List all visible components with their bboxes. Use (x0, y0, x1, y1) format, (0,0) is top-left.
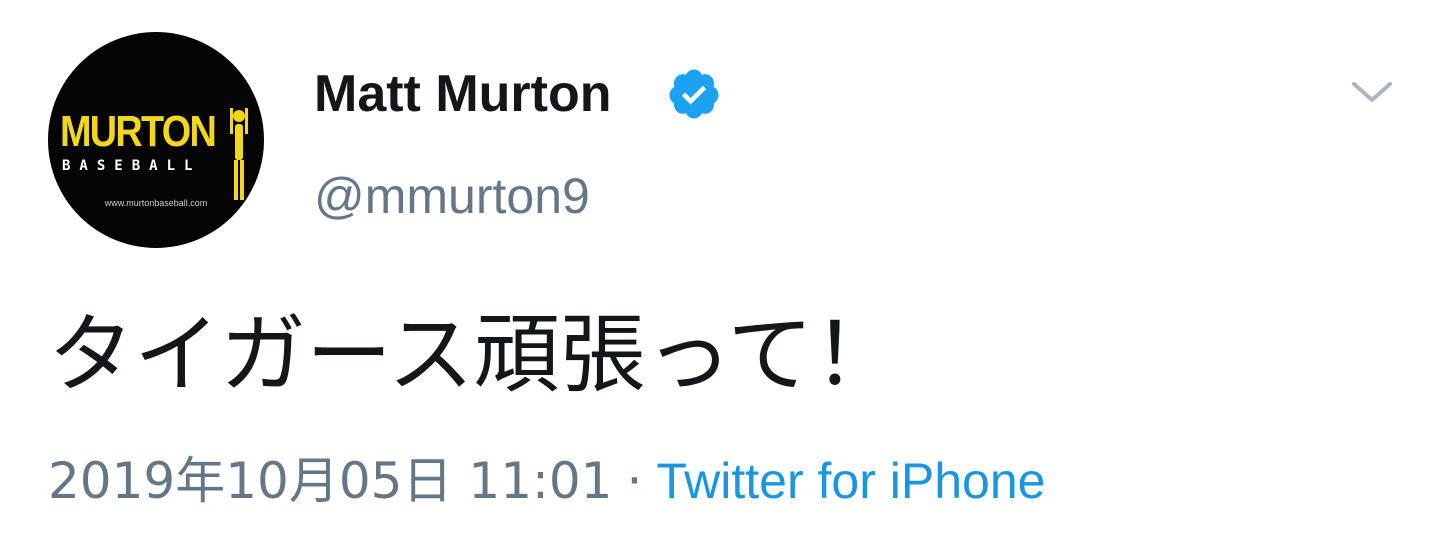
tweet-meta: 2019年10月05日 11:01 · Twitter for iPhone (48, 446, 1045, 516)
chevron-down-icon[interactable] (1346, 70, 1398, 114)
avatar[interactable]: MURTON BASEBALL www.murtonbaseball.com (48, 32, 264, 248)
tweet-card: MURTON BASEBALL www.murtonbaseball.com M… (0, 0, 1440, 556)
meta-separator: · (626, 452, 643, 510)
verified-badge-icon (669, 69, 719, 119)
display-name[interactable]: Matt Murton (314, 62, 611, 126)
source-link[interactable]: Twitter for iPhone (656, 453, 1045, 509)
avatar-logo-word: MURTON (60, 107, 217, 156)
avatar-logo-url: www.murtonbaseball.com (104, 198, 208, 208)
batter-figure-icon (230, 108, 248, 200)
handle[interactable]: @mmurton9 (314, 164, 590, 228)
timestamp-link[interactable]: 2019年10月05日 11:01 (48, 452, 612, 510)
avatar-logo-subtitle: BASEBALL (62, 158, 202, 174)
tweet-text: タイガース頑張って！ (48, 305, 900, 405)
